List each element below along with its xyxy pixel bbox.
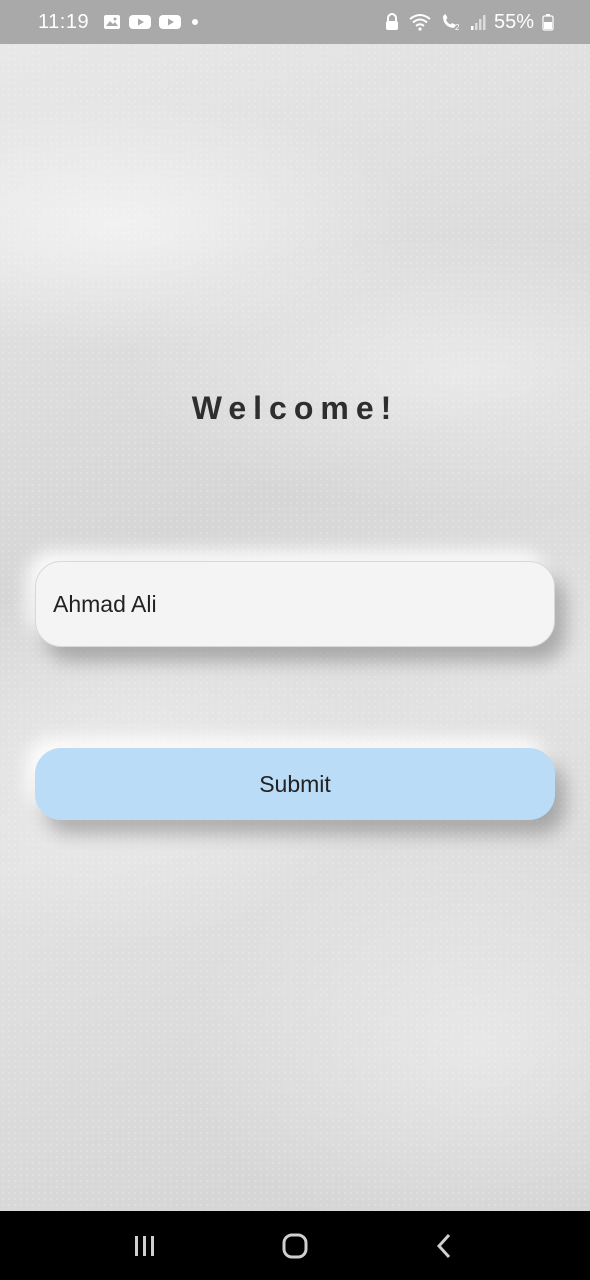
welcome-heading: Welcome! — [191, 390, 399, 426]
lock-icon — [384, 13, 400, 31]
dot-icon — [189, 16, 201, 28]
svg-text:2: 2 — [455, 23, 460, 31]
status-left: 11:19 — [38, 11, 201, 34]
home-icon[interactable] — [265, 1221, 325, 1271]
youtube-icon — [159, 14, 182, 30]
status-bar: 11:19 2 55% — [0, 0, 590, 44]
youtube-icon — [129, 14, 152, 30]
status-time: 11:19 — [38, 10, 90, 33]
battery-icon — [542, 13, 554, 31]
name-input[interactable] — [53, 590, 554, 618]
image-icon — [103, 14, 121, 30]
recents-icon[interactable] — [115, 1221, 175, 1271]
submit-button[interactable]: Submit — [35, 748, 555, 820]
navigation-bar — [0, 1211, 590, 1280]
battery-percent: 55% — [493, 10, 534, 33]
back-icon[interactable] — [415, 1221, 475, 1271]
wifi-icon — [408, 13, 432, 31]
call-icon: 2 — [440, 13, 462, 31]
status-right: 2 55% — [384, 11, 554, 34]
signal-icon — [470, 13, 486, 31]
name-field-container[interactable] — [35, 561, 555, 647]
